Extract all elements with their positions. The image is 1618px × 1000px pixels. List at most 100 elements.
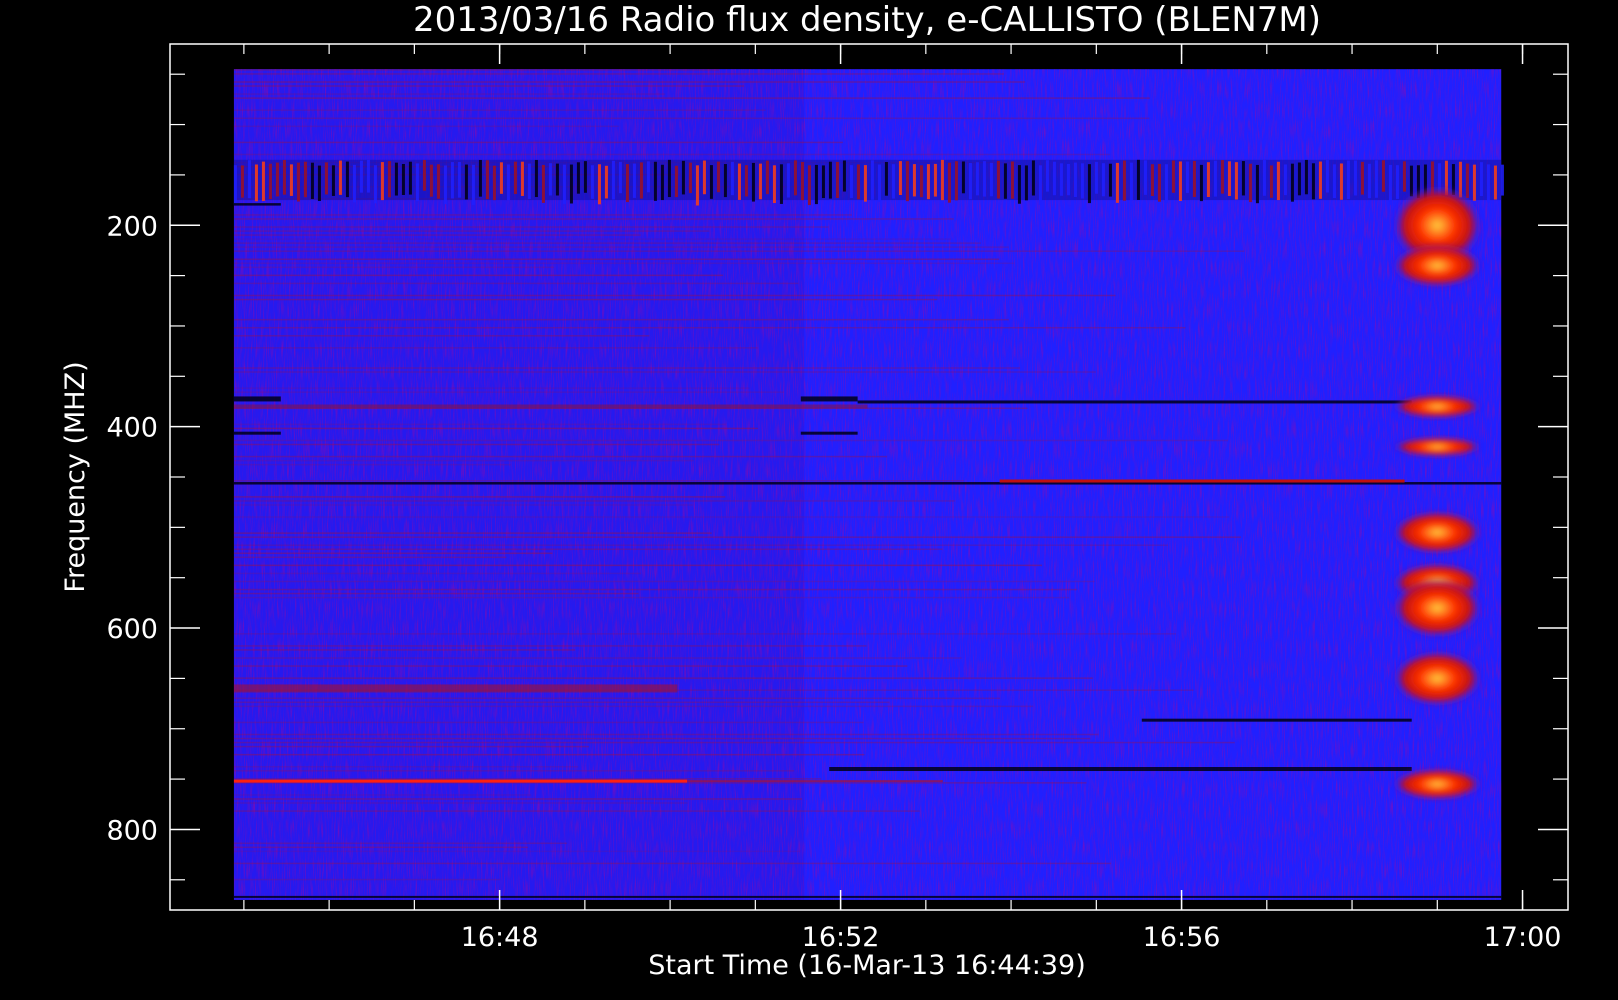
interference-stripe: [534, 159, 538, 198]
radio-burst: [1392, 510, 1483, 555]
interference-stripe: [905, 161, 909, 202]
interference-stripe: [548, 163, 552, 196]
texture-line: [233, 262, 1015, 265]
interference-stripe: [401, 163, 405, 195]
texture-line: [233, 214, 852, 216]
interference-stripe: [1073, 162, 1077, 197]
radio-burst: [1392, 768, 1483, 801]
x-tick-label: 16:48: [461, 922, 539, 953]
interference-stripe: [1024, 165, 1028, 201]
texture-line: [233, 592, 639, 595]
interference-stripe: [1339, 163, 1343, 200]
interference-stripe: [849, 165, 853, 198]
radio-burst: [1392, 650, 1483, 707]
emission-line-454: [999, 479, 1405, 483]
interference-stripe: [1017, 165, 1021, 204]
interference-stripe: [835, 161, 839, 198]
interference-stripe: [667, 159, 671, 198]
interference-stripe: [1367, 163, 1371, 199]
interference-stripe: [758, 163, 762, 200]
interference-stripe: [1472, 164, 1476, 201]
texture-line: [233, 721, 864, 724]
interference-stripe: [1220, 160, 1224, 194]
interference-stripe: [709, 165, 713, 199]
interference-stripe: [863, 165, 867, 202]
texture-line: [233, 745, 589, 748]
y-tick-label: 800: [106, 815, 158, 846]
interference-stripe: [730, 161, 734, 196]
texture-line: [233, 588, 1078, 591]
interference-stripe: [380, 162, 384, 201]
interference-stripe: [1486, 164, 1490, 203]
texture-line: [233, 733, 1099, 736]
texture-line: [233, 798, 803, 800]
emission-band-380: [233, 404, 868, 409]
texture-line: [233, 234, 641, 236]
interference-stripe: [268, 163, 272, 200]
interference-stripe: [821, 165, 825, 199]
interference-stripe: [303, 161, 307, 198]
interference-stripe: [1227, 161, 1231, 196]
texture-line: [233, 250, 1245, 252]
texture-line: [233, 258, 1000, 260]
texture-line: [233, 439, 1229, 442]
texture-line: [233, 459, 694, 462]
interference-stripe: [702, 160, 706, 195]
interference-stripe: [1234, 162, 1238, 200]
texture-line: [233, 117, 1150, 120]
interference-stripe: [331, 165, 335, 196]
texture-line: [233, 697, 1001, 700]
interference-stripe: [1003, 163, 1007, 199]
interference-stripe: [695, 165, 699, 206]
texture-line: [233, 226, 829, 228]
texture-line: [233, 391, 785, 393]
interference-stripe: [562, 164, 566, 204]
interference-stripe: [1059, 163, 1063, 196]
interference-stripe: [527, 163, 531, 199]
interference-stripe: [716, 161, 720, 193]
interference-stripe: [793, 160, 797, 196]
interference-stripe: [359, 160, 363, 193]
interference-stripe: [1129, 162, 1133, 201]
texture-line: [233, 298, 938, 301]
texture-line: [233, 97, 1150, 99]
interference-stripe: [1094, 161, 1098, 194]
dark-band: [233, 431, 281, 435]
interference-stripe: [296, 162, 300, 202]
texture-line: [233, 423, 726, 426]
y-tick-label: 200: [106, 211, 158, 242]
interference-stripe: [765, 160, 769, 195]
texture-line: [233, 766, 579, 768]
radio-burst: [1392, 394, 1483, 419]
interference-stripe: [681, 160, 685, 195]
interference-stripe: [1409, 165, 1413, 197]
interference-stripe: [891, 164, 895, 199]
interference-stripe: [1206, 162, 1210, 197]
interference-stripe: [590, 165, 594, 199]
texture-line: [233, 153, 1111, 156]
interference-stripe: [814, 164, 818, 205]
interference-stripe: [737, 163, 741, 200]
texture-line: [233, 850, 801, 853]
interference-stripe: [338, 160, 342, 195]
interference-stripe: [996, 160, 1000, 199]
texture-line: [233, 282, 799, 285]
interference-stripe: [1108, 163, 1112, 197]
interference-stripe: [954, 161, 958, 201]
interference-stripe: [576, 162, 580, 194]
texture-line: [233, 427, 758, 430]
interference-stripe: [842, 160, 846, 192]
emission-line-752: [233, 779, 688, 783]
texture-line: [233, 230, 710, 232]
texture-line: [233, 81, 1026, 83]
texture-line: [233, 802, 688, 804]
interference-stripe: [317, 165, 321, 201]
interference-stripe: [856, 164, 860, 200]
interference-stripe: [436, 164, 440, 199]
texture-line: [233, 347, 758, 349]
interference-stripe: [555, 163, 559, 196]
interference-stripe: [674, 165, 678, 198]
y-tick-label: 400: [106, 413, 158, 444]
interference-stripe: [772, 165, 776, 204]
interference-stripe: [310, 162, 314, 199]
